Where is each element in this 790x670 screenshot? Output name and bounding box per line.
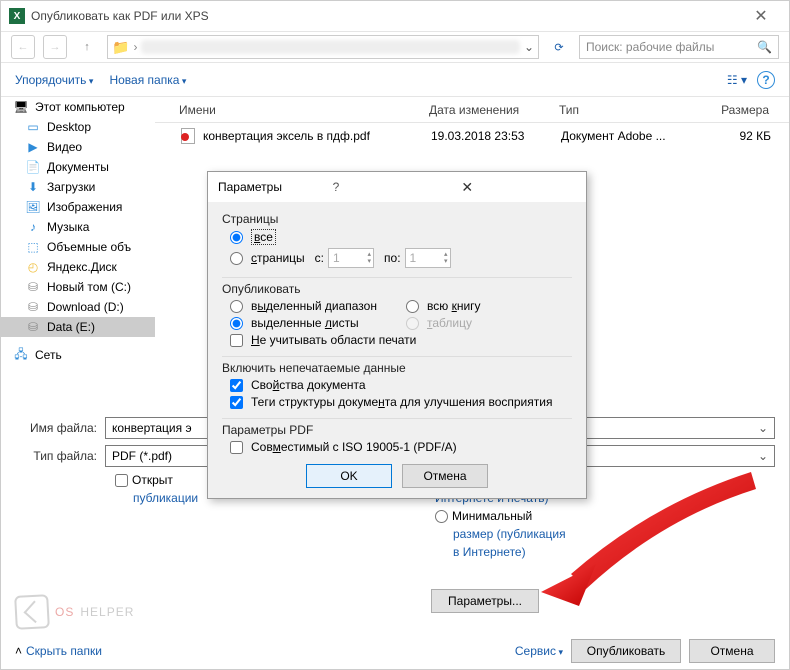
group-pages: Страницы: [222, 212, 572, 226]
window-title: Опубликовать как PDF или XPS: [31, 9, 741, 23]
sidebar-item-network[interactable]: 🖧Сеть: [1, 345, 155, 365]
dialog-cancel-button[interactable]: Отмена: [402, 464, 488, 488]
radio-all[interactable]: все: [230, 229, 572, 245]
address-path: [141, 40, 520, 54]
refresh-icon[interactable]: ⟳: [547, 35, 571, 59]
check-iso[interactable]: Совместимый с ISO 19005-1 (PDF/A): [230, 440, 572, 454]
dialog-title: Параметры: [218, 180, 333, 194]
sidebar-item-desktop[interactable]: ▭Desktop: [1, 117, 155, 137]
check-ignore-print[interactable]: Не учитывать области печати: [230, 333, 572, 347]
save-dialog-window: X Опубликовать как PDF или XPS ✕ ← → ↑ 📁…: [0, 0, 790, 670]
nav-back-icon[interactable]: ←: [11, 35, 35, 59]
check-struct-tags[interactable]: Теги структуры документа для улучшения в…: [230, 395, 572, 409]
toolbar: Упорядочить Новая папка ☷ ▾ ?: [1, 63, 789, 97]
column-headers: Имени Дата изменения Тип Размера: [155, 97, 789, 123]
sidebar-item-video[interactable]: ▶Видео: [1, 137, 155, 157]
cancel-button[interactable]: Отмена: [689, 639, 775, 663]
footer: ˄ Скрыть папки Сервис Опубликовать Отмен…: [15, 639, 775, 663]
dialog-titlebar: Параметры ? ✕: [208, 172, 586, 202]
opt-minimum-l3: в Интернете): [453, 545, 566, 559]
sidebar-item-yandex[interactable]: ◴Яндекс.Диск: [1, 257, 155, 277]
dialog-ok-button[interactable]: OK: [306, 464, 392, 488]
titlebar: X Опубликовать как PDF или XPS ✕: [1, 1, 789, 31]
parameters-button[interactable]: Параметры...: [431, 589, 539, 613]
filetype-label: Тип файла:: [15, 449, 105, 463]
page-to-input[interactable]: 1: [405, 248, 451, 268]
hide-folders-link[interactable]: Скрыть папки: [26, 644, 102, 658]
sidebar-item-downloads[interactable]: ⬇Загрузки: [1, 177, 155, 197]
sidebar-item-music[interactable]: ♪Музыка: [1, 217, 155, 237]
sidebar-item-drive-e[interactable]: ⛁Data (E:): [1, 317, 155, 337]
chevron-up-icon[interactable]: ˄: [15, 644, 22, 658]
opt-minimum-l2: размер (публикация: [453, 527, 566, 541]
col-size[interactable]: Размера: [689, 103, 769, 117]
dialog-help-icon[interactable]: ?: [333, 180, 448, 194]
parameters-dialog: Параметры ? ✕ Страницы все страницы с: 1…: [207, 171, 587, 499]
sidebar-item-images[interactable]: 🖼Изображения: [1, 197, 155, 217]
sidebar-item-3d[interactable]: ⬚Объемные объ: [1, 237, 155, 257]
help-icon[interactable]: ?: [757, 71, 775, 89]
search-placeholder: Поиск: рабочие файлы: [586, 40, 714, 54]
search-input[interactable]: Поиск: рабочие файлы 🔍: [579, 35, 779, 59]
nav-up-icon[interactable]: ↑: [75, 35, 99, 59]
chevron-down-icon[interactable]: ⌄: [524, 40, 534, 54]
radio-pages[interactable]: страницы с: 1 по: 1: [230, 248, 572, 268]
group-pdf-opts: Параметры PDF: [222, 423, 572, 437]
organize-button[interactable]: Упорядочить: [15, 73, 93, 87]
sidebar-item-drive-d[interactable]: ⛁Download (D:): [1, 297, 155, 317]
address-bar[interactable]: 📁 › ⌄: [107, 35, 539, 59]
publish-button[interactable]: Опубликовать: [571, 639, 681, 663]
group-include: Включить непечатаемые данные: [222, 361, 572, 375]
col-name[interactable]: Имени: [179, 103, 429, 117]
radio-sheets[interactable]: выделенные листы: [230, 316, 396, 330]
close-icon[interactable]: ✕: [741, 6, 781, 26]
group-publish: Опубликовать: [222, 282, 572, 296]
table-row[interactable]: конвертация эксель в пдф.pdf 19.03.2018 …: [155, 123, 789, 149]
service-button[interactable]: Сервис: [515, 644, 563, 658]
new-folder-button[interactable]: Новая папка: [109, 73, 186, 87]
pdf-icon: [179, 127, 197, 145]
sidebar-item-documents[interactable]: 📄Документы: [1, 157, 155, 177]
opt-minimum-radio[interactable]: Минимальный: [435, 509, 566, 523]
path-sep: ›: [133, 40, 137, 54]
sidebar-item-computer[interactable]: 🖥Этот компьютер: [1, 97, 155, 117]
col-type[interactable]: Тип: [559, 103, 689, 117]
watermark-icon: [14, 594, 50, 630]
folder-icon: 📁: [112, 39, 129, 56]
nav-forward-icon: →: [43, 35, 67, 59]
page-from-input[interactable]: 1: [328, 248, 374, 268]
radio-selection[interactable]: выделенный диапазон: [230, 299, 396, 313]
filename-label: Имя файла:: [15, 421, 105, 435]
radio-workbook[interactable]: всю книгу: [406, 299, 572, 313]
dialog-close-icon[interactable]: ✕: [461, 179, 576, 196]
excel-icon: X: [9, 8, 25, 24]
check-doc-props[interactable]: Свойства документа: [230, 378, 572, 392]
navbar: ← → ↑ 📁 › ⌄ ⟳ Поиск: рабочие файлы 🔍: [1, 31, 789, 63]
watermark: OS HELPER: [15, 595, 134, 629]
search-icon: 🔍: [757, 40, 772, 54]
col-date[interactable]: Дата изменения: [429, 103, 559, 117]
sidebar: 🖥Этот компьютер ▭Desktop ▶Видео 📄Докумен…: [1, 97, 155, 409]
radio-table: таблицу: [406, 316, 572, 330]
view-icon[interactable]: ☷ ▾: [727, 73, 747, 87]
sidebar-item-drive-c[interactable]: ⛁Новый том (C:): [1, 277, 155, 297]
